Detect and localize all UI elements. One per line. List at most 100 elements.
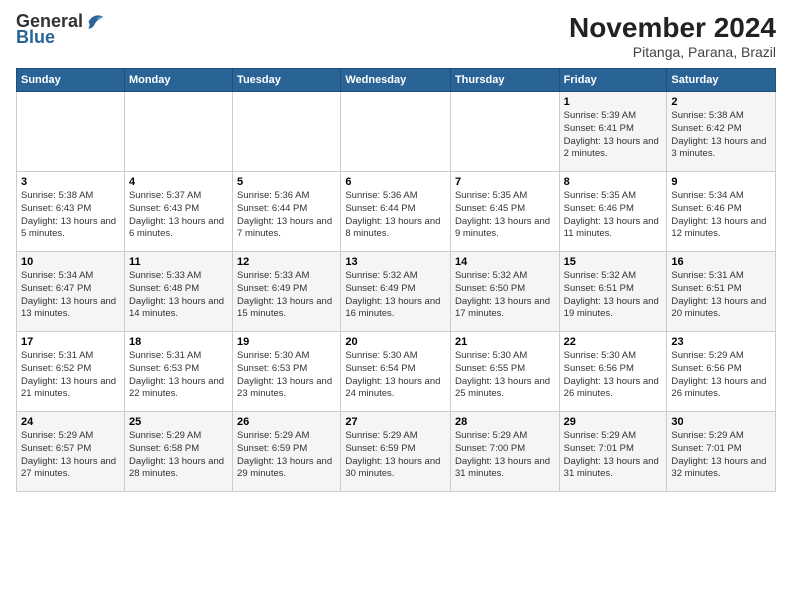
- page: General Blue November 2024 Pitanga, Para…: [0, 0, 792, 504]
- calendar-cell: 24 Sunrise: 5:29 AM Sunset: 6:57 PM Dayli…: [17, 412, 125, 492]
- day-info: Sunrise: 5:30 AM Sunset: 6:55 PM Dayligh…: [455, 350, 555, 401]
- col-tuesday: Tuesday: [233, 69, 341, 92]
- calendar-cell: 28 Sunrise: 5:29 AM Sunset: 7:00 PM Dayli…: [450, 412, 559, 492]
- logo: General Blue: [16, 12, 105, 48]
- day-info: Sunrise: 5:29 AM Sunset: 7:01 PM Dayligh…: [564, 430, 663, 481]
- day-number: 10: [21, 256, 120, 268]
- day-info: Sunrise: 5:29 AM Sunset: 6:56 PM Dayligh…: [671, 350, 771, 401]
- day-number: 30: [671, 416, 771, 428]
- day-number: 18: [129, 336, 228, 348]
- day-number: 27: [345, 416, 446, 428]
- col-saturday: Saturday: [667, 69, 776, 92]
- calendar-cell: 13 Sunrise: 5:32 AM Sunset: 6:49 PM Dayli…: [341, 252, 451, 332]
- day-info: Sunrise: 5:29 AM Sunset: 6:59 PM Dayligh…: [345, 430, 446, 481]
- calendar-cell: 5Sunrise: 5:36 AM Sunset: 6:44 PM Daylig…: [233, 172, 341, 252]
- day-number: 4: [129, 176, 228, 188]
- calendar-cell: 19Sunrise: 5:30 AM Sunset: 6:53 PM Dayli…: [233, 332, 341, 412]
- day-info: Sunrise: 5:30 AM Sunset: 6:56 PM Dayligh…: [564, 350, 663, 401]
- day-number: 23: [671, 336, 771, 348]
- day-info: Sunrise: 5:32 AM Sunset: 6:49 PM Dayligh…: [345, 270, 446, 321]
- week-row-4: 24 Sunrise: 5:29 AM Sunset: 6:57 PM Dayli…: [17, 412, 776, 492]
- day-info: Sunrise: 5:32 AM Sunset: 6:50 PM Dayligh…: [455, 270, 555, 321]
- day-info: Sunrise: 5:38 AM Sunset: 6:43 PM Dayligh…: [21, 190, 120, 241]
- day-info: Sunrise: 5:31 AM Sunset: 6:53 PM Dayligh…: [129, 350, 228, 401]
- col-thursday: Thursday: [450, 69, 559, 92]
- day-info: Sunrise: 5:37 AM Sunset: 6:43 PM Dayligh…: [129, 190, 228, 241]
- week-row-3: 17Sunrise: 5:31 AM Sunset: 6:52 PM Dayli…: [17, 332, 776, 412]
- day-info: Sunrise: 5:31 AM Sunset: 6:52 PM Dayligh…: [21, 350, 120, 401]
- location: Pitanga, Parana, Brazil: [569, 44, 776, 60]
- logo-bird-icon: [85, 12, 105, 32]
- day-info: Sunrise: 5:29 AM Sunset: 6:57 PM Dayligh…: [21, 430, 120, 481]
- day-number: 19: [237, 336, 336, 348]
- day-number: 24: [21, 416, 120, 428]
- day-number: 13: [345, 256, 446, 268]
- calendar-cell: [124, 92, 232, 172]
- day-info: Sunrise: 5:29 AM Sunset: 7:00 PM Dayligh…: [455, 430, 555, 481]
- day-number: 20: [345, 336, 446, 348]
- day-number: 14: [455, 256, 555, 268]
- calendar-body: 1Sunrise: 5:39 AM Sunset: 6:41 PM Daylig…: [17, 92, 776, 492]
- title-section: November 2024 Pitanga, Parana, Brazil: [569, 12, 776, 60]
- col-monday: Monday: [124, 69, 232, 92]
- day-info: Sunrise: 5:33 AM Sunset: 6:49 PM Dayligh…: [237, 270, 336, 321]
- calendar-cell: 22Sunrise: 5:30 AM Sunset: 6:56 PM Dayli…: [559, 332, 667, 412]
- calendar-cell: 1Sunrise: 5:39 AM Sunset: 6:41 PM Daylig…: [559, 92, 667, 172]
- col-sunday: Sunday: [17, 69, 125, 92]
- day-info: Sunrise: 5:31 AM Sunset: 6:51 PM Dayligh…: [671, 270, 771, 321]
- weekday-row: Sunday Monday Tuesday Wednesday Thursday…: [17, 69, 776, 92]
- day-number: 6: [345, 176, 446, 188]
- day-number: 1: [564, 96, 663, 108]
- day-info: Sunrise: 5:29 AM Sunset: 6:58 PM Dayligh…: [129, 430, 228, 481]
- calendar-cell: 8Sunrise: 5:35 AM Sunset: 6:46 PM Daylig…: [559, 172, 667, 252]
- col-friday: Friday: [559, 69, 667, 92]
- day-info: Sunrise: 5:30 AM Sunset: 6:54 PM Dayligh…: [345, 350, 446, 401]
- calendar-cell: [233, 92, 341, 172]
- calendar-cell: 11 Sunrise: 5:33 AM Sunset: 6:48 PM Dayli…: [124, 252, 232, 332]
- day-info: Sunrise: 5:36 AM Sunset: 6:44 PM Dayligh…: [237, 190, 336, 241]
- calendar-cell: 2 Sunrise: 5:38 AM Sunset: 6:42 PM Daylig…: [667, 92, 776, 172]
- day-number: 9: [671, 176, 771, 188]
- calendar-cell: 20 Sunrise: 5:30 AM Sunset: 6:54 PM Dayli…: [341, 332, 451, 412]
- day-info: Sunrise: 5:33 AM Sunset: 6:48 PM Dayligh…: [129, 270, 228, 321]
- calendar-cell: 15Sunrise: 5:32 AM Sunset: 6:51 PM Dayli…: [559, 252, 667, 332]
- calendar-cell: [341, 92, 451, 172]
- day-info: Sunrise: 5:35 AM Sunset: 6:45 PM Dayligh…: [455, 190, 555, 241]
- calendar-cell: 14 Sunrise: 5:32 AM Sunset: 6:50 PM Dayli…: [450, 252, 559, 332]
- calendar-cell: 30 Sunrise: 5:29 AM Sunset: 7:01 PM Dayli…: [667, 412, 776, 492]
- week-row-1: 3 Sunrise: 5:38 AM Sunset: 6:43 PM Daylig…: [17, 172, 776, 252]
- month-title: November 2024: [569, 12, 776, 44]
- header: General Blue November 2024 Pitanga, Para…: [16, 12, 776, 60]
- day-info: Sunrise: 5:38 AM Sunset: 6:42 PM Dayligh…: [671, 110, 771, 161]
- calendar-cell: 17Sunrise: 5:31 AM Sunset: 6:52 PM Dayli…: [17, 332, 125, 412]
- day-number: 7: [455, 176, 555, 188]
- day-number: 16: [671, 256, 771, 268]
- calendar-cell: 25 Sunrise: 5:29 AM Sunset: 6:58 PM Dayli…: [124, 412, 232, 492]
- day-number: 21: [455, 336, 555, 348]
- day-number: 3: [21, 176, 120, 188]
- calendar-header: Sunday Monday Tuesday Wednesday Thursday…: [17, 69, 776, 92]
- day-number: 8: [564, 176, 663, 188]
- calendar-cell: 27 Sunrise: 5:29 AM Sunset: 6:59 PM Dayli…: [341, 412, 451, 492]
- week-row-0: 1Sunrise: 5:39 AM Sunset: 6:41 PM Daylig…: [17, 92, 776, 172]
- day-info: Sunrise: 5:34 AM Sunset: 6:46 PM Dayligh…: [671, 190, 771, 241]
- day-info: Sunrise: 5:32 AM Sunset: 6:51 PM Dayligh…: [564, 270, 663, 321]
- day-number: 12: [237, 256, 336, 268]
- calendar-cell: 16 Sunrise: 5:31 AM Sunset: 6:51 PM Dayli…: [667, 252, 776, 332]
- calendar-cell: 10 Sunrise: 5:34 AM Sunset: 6:47 PM Dayli…: [17, 252, 125, 332]
- calendar-cell: 6Sunrise: 5:36 AM Sunset: 6:44 PM Daylig…: [341, 172, 451, 252]
- calendar-cell: [450, 92, 559, 172]
- day-info: Sunrise: 5:29 AM Sunset: 7:01 PM Dayligh…: [671, 430, 771, 481]
- day-number: 29: [564, 416, 663, 428]
- calendar-cell: 26Sunrise: 5:29 AM Sunset: 6:59 PM Dayli…: [233, 412, 341, 492]
- calendar-cell: [17, 92, 125, 172]
- week-row-2: 10 Sunrise: 5:34 AM Sunset: 6:47 PM Dayli…: [17, 252, 776, 332]
- day-number: 2: [671, 96, 771, 108]
- day-number: 25: [129, 416, 228, 428]
- calendar-cell: 23 Sunrise: 5:29 AM Sunset: 6:56 PM Dayli…: [667, 332, 776, 412]
- calendar-cell: 4 Sunrise: 5:37 AM Sunset: 6:43 PM Daylig…: [124, 172, 232, 252]
- day-info: Sunrise: 5:34 AM Sunset: 6:47 PM Dayligh…: [21, 270, 120, 321]
- day-number: 28: [455, 416, 555, 428]
- day-number: 11: [129, 256, 228, 268]
- calendar-cell: 18 Sunrise: 5:31 AM Sunset: 6:53 PM Dayli…: [124, 332, 232, 412]
